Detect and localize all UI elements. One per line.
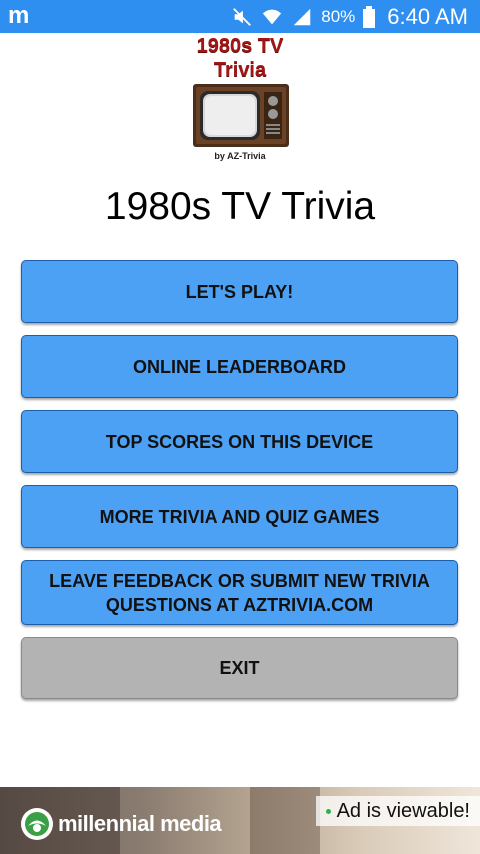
- page-title: 1980s TV Trivia: [104, 185, 376, 228]
- battery-percent: 80%: [321, 6, 356, 26]
- ad-banner[interactable]: millennial media Ad is viewable!: [0, 787, 480, 854]
- lets-play-button[interactable]: LET'S PLAY!: [21, 260, 458, 323]
- battery-icon: [363, 5, 376, 28]
- retro-tv-icon: [193, 84, 289, 147]
- status-bar: m 80% 6:40 AM: [0, 0, 480, 33]
- ad-viewable-badge: Ad is viewable!: [315, 796, 480, 826]
- signal-icon: [294, 8, 311, 25]
- top-scores-button[interactable]: TOP SCORES ON THIS DEVICE: [21, 410, 458, 473]
- clock: 6:40 AM: [387, 3, 468, 29]
- online-leaderboard-button[interactable]: ONLINE LEADERBOARD: [21, 335, 458, 398]
- mute-icon: [233, 7, 252, 26]
- ad-brand-logo: millennial media: [20, 807, 222, 841]
- status-icons: 80% 6:40 AM: [231, 0, 468, 33]
- logo-title-line1: 1980s TV: [196, 35, 284, 57]
- logo-byline: by AZ-Trivia: [214, 151, 266, 161]
- status-dot-icon: [325, 808, 331, 814]
- ad-brand-text: millennial media: [58, 811, 222, 836]
- millennial-media-logo-icon: [21, 808, 53, 840]
- logo-title-line2: Trivia: [213, 59, 267, 81]
- exit-button[interactable]: EXIT: [21, 637, 458, 699]
- more-trivia-button[interactable]: MORE TRIVIA AND QUIZ GAMES: [21, 485, 458, 548]
- ad-viewable-text: Ad is viewable!: [336, 799, 470, 822]
- notification-app-icon: m: [8, 2, 30, 29]
- leave-feedback-button[interactable]: LEAVE FEEDBACK OR SUBMIT NEW TRIVIA QUES…: [21, 560, 458, 625]
- wifi-icon: [263, 9, 282, 24]
